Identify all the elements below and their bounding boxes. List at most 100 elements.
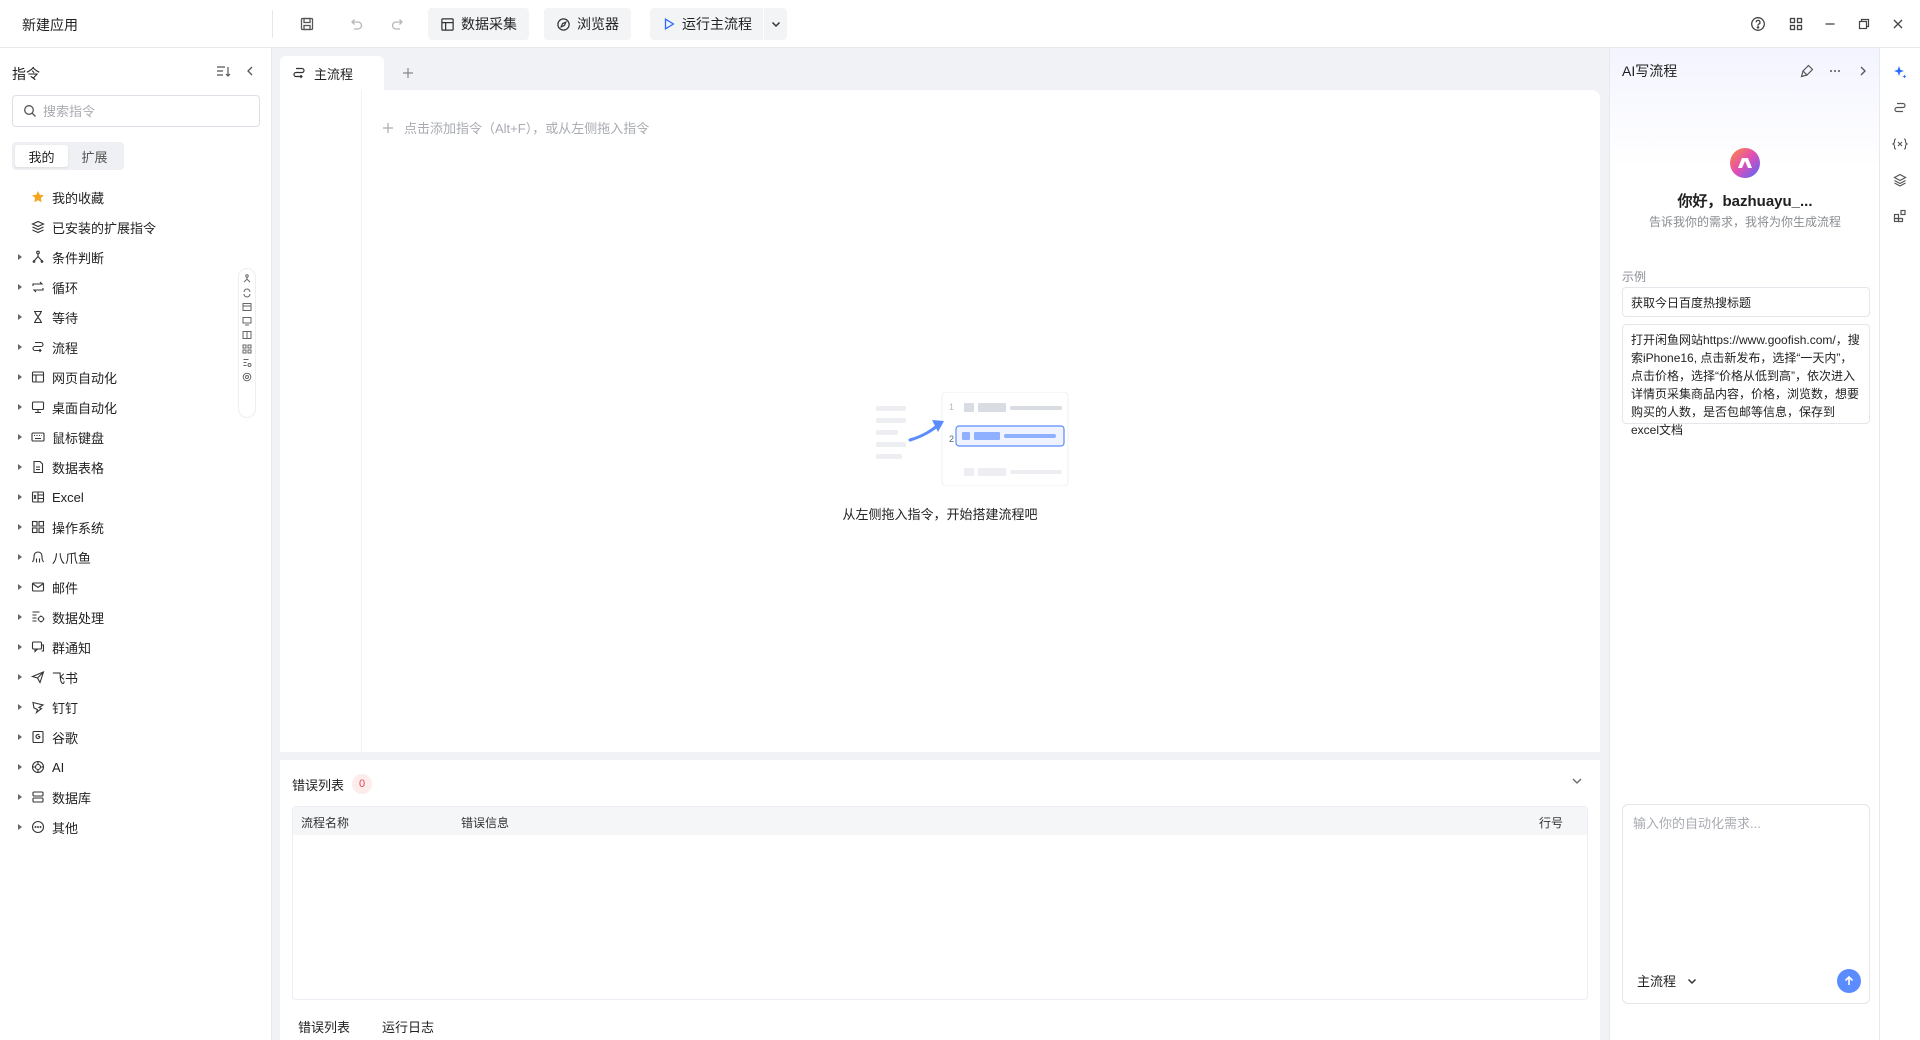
command-category-item[interactable]: 我的收藏 (0, 182, 236, 212)
caret-right-icon[interactable] (0, 283, 28, 291)
caret-right-icon[interactable] (0, 343, 28, 351)
collapse-chevron-icon[interactable] (1570, 774, 1584, 788)
rail-data-icon[interactable] (242, 358, 252, 368)
command-category-item[interactable]: 数据处理 (0, 602, 236, 632)
command-category-item[interactable]: 飞书 (0, 662, 236, 692)
ai-prompt-input[interactable] (1633, 813, 1861, 943)
command-category-label: 谷歌 (52, 730, 79, 746)
right-tool-rail (1879, 48, 1920, 1040)
top-bar: 新建应用 数据采集 浏览器 运行主流程 (0, 0, 1920, 48)
apps-grid-icon[interactable] (1784, 12, 1808, 36)
data-collect-button[interactable]: 数据采集 (428, 8, 529, 40)
rail-excel-icon[interactable] (242, 330, 252, 340)
rail-web-icon[interactable] (242, 302, 252, 312)
caret-right-icon[interactable] (0, 793, 28, 801)
tab-mine[interactable]: 我的 (15, 145, 68, 167)
target-flow-select[interactable]: 主流程 (1637, 971, 1698, 990)
rail-branch-icon[interactable] (242, 274, 252, 284)
components-icon[interactable] (1888, 204, 1912, 228)
chevron-right-icon[interactable] (1852, 60, 1874, 82)
command-search-input[interactable] (43, 103, 243, 119)
rail-ai-icon[interactable] (242, 372, 252, 382)
command-category-label: 已安装的扩展指令 (52, 220, 157, 236)
caret-right-icon[interactable] (0, 313, 28, 321)
command-category-item[interactable]: Excel (0, 482, 236, 512)
command-category-label: 群通知 (52, 640, 92, 656)
tab-run-log[interactable]: 运行日志 (376, 1012, 440, 1040)
caret-right-icon[interactable] (0, 763, 28, 771)
tab-extensions[interactable]: 扩展 (68, 145, 121, 167)
caret-right-icon[interactable] (0, 523, 28, 531)
flow-canvas[interactable]: 点击添加指令（Alt+F），或从左侧拖入指令 1 2 从左侧拖入指令，开始搭建流… (280, 90, 1600, 752)
variables-icon[interactable] (1888, 132, 1912, 156)
command-category-item[interactable]: 鼠标键盘 (0, 422, 236, 452)
ai-sparkle-icon[interactable] (1888, 60, 1912, 84)
command-category-item[interactable]: 八爪鱼 (0, 542, 236, 572)
caret-right-icon[interactable] (0, 733, 28, 741)
caret-right-icon[interactable] (0, 433, 28, 441)
command-category-item[interactable]: 数据库 (0, 782, 236, 812)
undo-icon[interactable] (344, 12, 368, 36)
add-tab-plus-icon[interactable] (396, 61, 420, 85)
command-category-item[interactable]: 流程 (0, 332, 236, 362)
caret-right-icon[interactable] (0, 673, 28, 681)
command-category-item[interactable]: 邮件 (0, 572, 236, 602)
tab-error-list[interactable]: 错误列表 (292, 1012, 356, 1040)
caret-right-icon[interactable] (0, 583, 28, 591)
flow-icon[interactable] (1888, 96, 1912, 120)
layers-icon[interactable] (1888, 168, 1912, 192)
run-main-flow-button[interactable]: 运行主流程 (650, 8, 764, 40)
run-options-dropdown[interactable] (763, 8, 787, 40)
browser-button[interactable]: 浏览器 (544, 8, 631, 40)
command-category-label: 流程 (52, 340, 79, 356)
caret-right-icon[interactable] (0, 703, 28, 711)
command-panel-title: 指令 (12, 66, 40, 82)
tab-main-flow[interactable]: 主流程 (280, 56, 384, 90)
command-search-box[interactable] (12, 95, 260, 127)
redo-icon[interactable] (386, 12, 410, 36)
toolbar-divider (272, 10, 273, 38)
sort-list-icon[interactable] (214, 62, 232, 80)
command-category-item[interactable]: 群通知 (0, 632, 236, 662)
example-section-label: 示例 (1622, 270, 1647, 284)
example-prompt-card[interactable]: 获取今日百度热搜标题 (1622, 287, 1870, 317)
caret-right-icon[interactable] (0, 493, 28, 501)
caret-right-icon[interactable] (0, 373, 28, 381)
command-category-item[interactable]: 操作系统 (0, 512, 236, 542)
rail-os-icon[interactable] (242, 344, 252, 354)
rail-desktop-icon[interactable] (242, 316, 252, 326)
command-category-item[interactable]: 等待 (0, 302, 236, 332)
caret-right-icon[interactable] (0, 253, 28, 261)
help-icon[interactable] (1746, 12, 1770, 36)
more-dots-icon[interactable] (1824, 60, 1846, 82)
collapse-panel-icon[interactable] (242, 62, 258, 80)
command-category-item[interactable]: AI (0, 752, 236, 782)
caret-right-icon[interactable] (0, 643, 28, 651)
command-category-item[interactable]: 数据表格 (0, 452, 236, 482)
restore-icon[interactable] (1852, 12, 1876, 36)
rail-loop-icon[interactable] (242, 288, 252, 298)
command-category-item[interactable]: 循环 (0, 272, 236, 302)
command-list: 我的收藏已安装的扩展指令条件判断 循环 等待流程网页自动化 桌面自动化 鼠标键盘 数据表格… (0, 182, 236, 842)
caret-right-icon[interactable] (0, 403, 28, 411)
command-category-item[interactable]: 钉钉 (0, 692, 236, 722)
command-category-item[interactable]: 其他 (0, 812, 236, 842)
add-command-hint[interactable]: 点击添加指令（Alt+F），或从左侧拖入指令 (382, 118, 649, 137)
send-button[interactable] (1837, 969, 1861, 993)
save-icon[interactable] (295, 12, 319, 36)
command-category-item[interactable]: 条件判断 (0, 242, 236, 272)
command-category-item[interactable]: 已安装的扩展指令 (0, 212, 236, 242)
caret-right-icon[interactable] (0, 823, 28, 831)
example-prompt-card[interactable]: 打开闲鱼网站https://www.goofish.com/，搜索iPhone1… (1622, 324, 1870, 437)
minimize-icon[interactable] (1818, 12, 1842, 36)
command-category-item[interactable]: 桌面自动化 (0, 392, 236, 422)
command-category-item[interactable]: 网页自动化 (0, 362, 236, 392)
caret-right-icon[interactable] (0, 463, 28, 471)
close-icon[interactable] (1886, 12, 1910, 36)
data-process-icon (28, 610, 48, 624)
caret-right-icon[interactable] (0, 613, 28, 621)
command-category-item[interactable]: 谷歌 (0, 722, 236, 752)
google-icon (28, 730, 48, 744)
caret-right-icon[interactable] (0, 553, 28, 561)
clean-brush-icon[interactable] (1796, 60, 1818, 82)
